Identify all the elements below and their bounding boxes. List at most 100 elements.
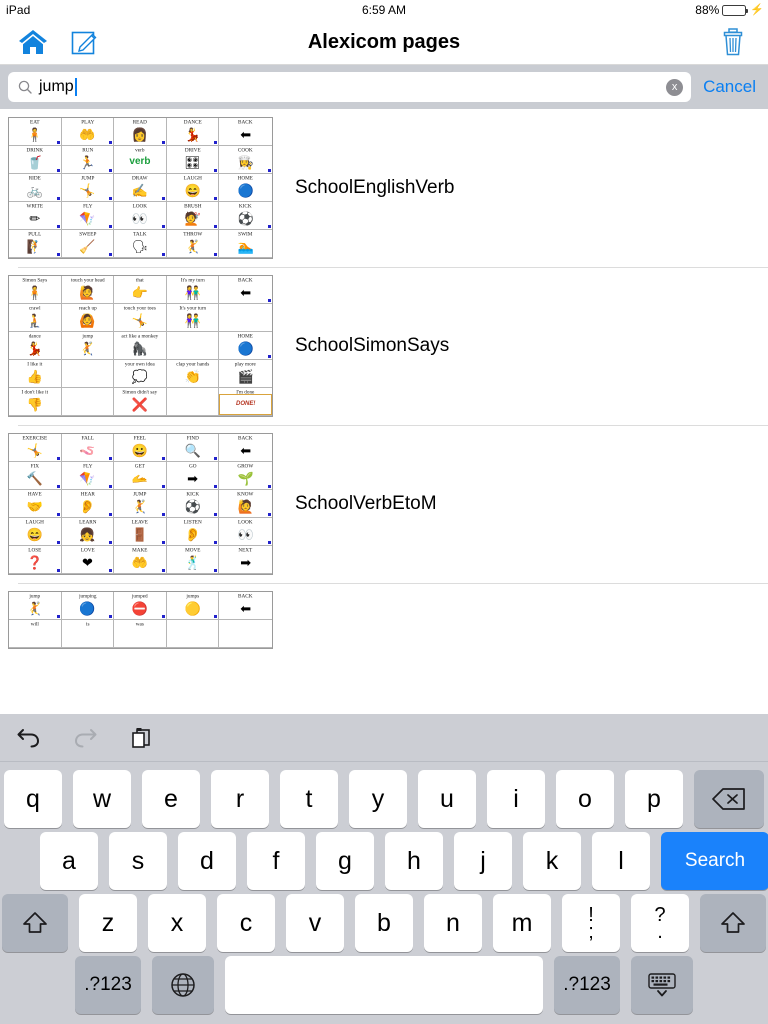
keyboard-row-spacer [0,832,29,890]
grid-cell: verb verb [114,146,167,174]
grid-cell-label: LAUGH [25,519,44,525]
backspace-delete-icon[interactable] [694,770,764,828]
key-x[interactable]: x [148,894,206,952]
keyboard-row-1: qwertyuiop [4,770,764,828]
grid-cell: EAT 🧍 [9,118,62,146]
hide-keyboard-icon[interactable] [631,956,693,1014]
page-grid-thumbnail[interactable]: Simon Says 🧍 touch your head 🙋 that 👉 It's my … [8,275,273,417]
key-m[interactable]: m [493,894,551,952]
key-o[interactable]: o [556,770,614,828]
numeric-key-right[interactable]: .?123 [554,956,620,1014]
search-input[interactable]: jump x [8,72,692,102]
grid-cell: KNOW 🙋 [219,490,272,518]
page-grid-thumbnail[interactable]: EAT 🧍 PLAY 🤲 READ 👩 DANCE 💃 BACK ⬅ DRINK 🥤 RUN 🏃 verb v… [8,117,273,259]
grid-cell-symbol: 👏 [184,368,201,384]
key-l[interactable]: l [592,832,650,890]
key-p[interactable]: p [625,770,683,828]
key-u[interactable]: u [418,770,476,828]
key-z[interactable]: z [79,894,137,952]
grid-cell: your own idea 💭 [114,360,167,388]
page-grid-thumbnail[interactable]: EXERCISE 🤸 FALL 🪱 FEEL 😀 FIND 🔍 BACK ⬅ FIX 🔨 FLY 🪁 GET… [8,433,273,575]
grid-cell-label: MAKE [132,547,148,553]
grid-cell: FALL 🪱 [61,434,115,462]
redo-arrow-icon[interactable] [68,721,102,755]
grid-cell-symbol: 🔨 [26,470,43,486]
grid-cell-symbol: ⚽ [184,498,201,514]
grid-cell-symbol: 🪁 [79,210,96,226]
shift-arrow-icon-right[interactable] [700,894,766,952]
key-w[interactable]: w [73,770,131,828]
grid-cell-label: BACK [238,593,253,599]
key-k[interactable]: k [523,832,581,890]
grid-cell-label: act like a monkey [121,333,159,339]
grid-cell-symbol: 🤾 [184,238,201,254]
grid-cell-label: KICK [239,203,253,209]
key-f[interactable]: f [247,832,305,890]
search-result-row[interactable]: Simon Says 🧍 touch your head 🙋 that 👉 It's my … [0,267,768,425]
key-punct-1[interactable]: !; [562,894,620,952]
space-key[interactable] [225,956,543,1014]
key-j[interactable]: j [454,832,512,890]
grid-cell: LOOK 👀 [219,518,272,546]
grid-cell: touch your head 🙋 [61,276,115,304]
key-g[interactable]: g [316,832,374,890]
grid-cell-symbol: 🥤 [26,154,43,170]
key-h[interactable]: h [385,832,443,890]
grid-cell-label: FIND [186,435,199,441]
status-clock: 6:59 AM [361,3,407,17]
key-i[interactable]: i [487,770,545,828]
key-q[interactable]: q [4,770,62,828]
grid-cell-symbol: 💭 [131,368,149,384]
key-punct-2[interactable]: ?. [631,894,689,952]
search-result-row[interactable]: EAT 🧍 PLAY 🤲 READ 👩 DANCE 💃 BACK ⬅ DRINK 🥤 RUN 🏃 verb v… [0,109,768,267]
grid-cell: FIX 🔨 [9,462,62,490]
key-n[interactable]: n [424,894,482,952]
grid-cell: jumping 🔵 [61,592,115,620]
search-result-row[interactable]: jump 🤾 jumping 🔵 jumped ⛔ jumps 🟡 BACK ⬅ will is was [0,583,768,657]
page-grid-thumbnail[interactable]: jump 🤾 jumping 🔵 jumped ⛔ jumps 🟡 BACK ⬅ will is was [8,591,273,649]
key-e[interactable]: e [142,770,200,828]
clear-circle-icon[interactable]: x [666,78,684,96]
key-c[interactable]: c [217,894,275,952]
key-b[interactable]: b [355,894,413,952]
edit-compose-icon[interactable] [70,28,98,56]
grid-cell-label: LOVE [80,547,95,553]
grid-cell-label: that [136,277,144,283]
search-results-list[interactable]: EAT 🧍 PLAY 🤲 READ 👩 DANCE 💃 BACK ⬅ DRINK 🥤 RUN 🏃 verb v… [0,109,768,714]
shift-arrow-icon-left[interactable] [2,894,68,952]
grid-cell: PULL 🧗 [9,230,62,258]
key-d[interactable]: d [178,832,236,890]
trash-icon[interactable] [720,27,746,57]
search-result-row[interactable]: EXERCISE 🤸 FALL 🪱 FEEL 😀 FIND 🔍 BACK ⬅ FIX 🔨 FLY 🪁 GET… [0,425,768,583]
home-icon[interactable] [18,28,48,56]
cancel-button[interactable]: Cancel [703,77,756,97]
key-s[interactable]: s [109,832,167,890]
grid-cell: is [61,620,115,648]
search-key[interactable]: Search [661,832,768,890]
grid-cell-label: RUN [81,147,93,153]
grid-cell: FIND 🔍 [166,434,220,462]
paste-clipboard-icon[interactable] [124,721,158,755]
grid-cell: jumps 🟡 [166,592,220,620]
grid-cell-label: HEAR [80,491,95,497]
undo-arrow-icon[interactable] [12,721,46,755]
grid-cell-symbol: 👩‍🍳 [237,154,254,170]
grid-cell-symbol: 👎 [26,396,43,412]
key-t[interactable]: t [280,770,338,828]
grid-cell-label: is [85,621,90,627]
grid-cell-symbol: verb [129,156,151,168]
grid-cell-symbol: 🧗 [26,238,43,254]
status-bar: iPad 6:59 AM 88% ⚡ [0,0,768,20]
grid-cell-symbol: 🦍 [131,340,149,356]
grid-cell-symbol: DONE! [219,393,272,415]
key-y[interactable]: y [349,770,407,828]
grid-cell [219,620,272,648]
grid-cell: jump 🤾 [9,592,62,620]
globe-language-icon[interactable] [152,956,214,1014]
key-r[interactable]: r [211,770,269,828]
numeric-key-left[interactable]: .?123 [75,956,141,1014]
grid-cell: clap your hands 👏 [166,360,220,388]
key-a[interactable]: a [40,832,98,890]
grid-cell-symbol: 👫 [184,312,201,328]
key-v[interactable]: v [286,894,344,952]
